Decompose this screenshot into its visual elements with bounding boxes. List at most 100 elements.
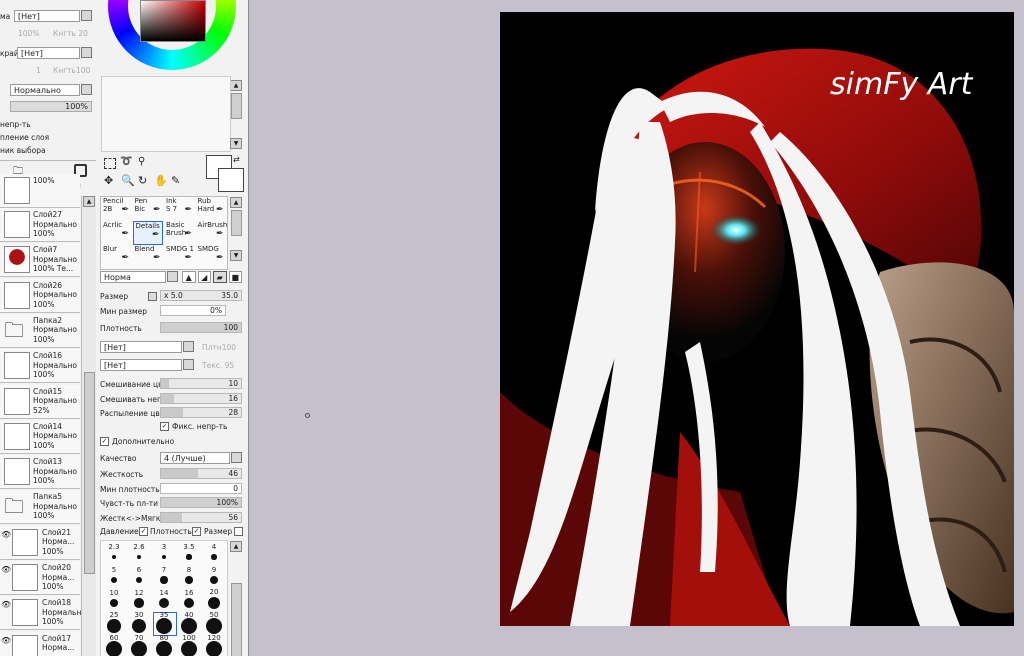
brush-size-dot[interactable] — [134, 598, 144, 608]
magic-wand-icon[interactable]: ⚲ — [138, 156, 145, 167]
brush-size-dot[interactable] — [209, 575, 219, 585]
scroll-thumb[interactable] — [231, 583, 242, 656]
brush-pencil[interactable]: Pencil 2B ✒ — [101, 197, 131, 221]
layer-row[interactable]: 👁 Слой17 Норма... — [0, 631, 80, 656]
brush-details[interactable]: Details ✒ — [132, 221, 163, 245]
brush-size-dot[interactable] — [110, 576, 117, 583]
min-size-slider[interactable]: 0% — [160, 305, 226, 316]
size-toggle[interactable] — [148, 292, 157, 301]
brush-pen[interactable]: Pen Bic ✒ — [133, 197, 163, 221]
brush-size-dot[interactable] — [186, 554, 192, 560]
brush-size-dot[interactable] — [160, 576, 168, 584]
brush-basic[interactable]: Basic Brush ✒ — [164, 221, 194, 245]
scroll-thumb[interactable] — [84, 372, 95, 574]
background-color-swatch[interactable] — [218, 168, 244, 192]
layer-row[interactable]: Слой14 Нормально 100% — [0, 419, 80, 454]
brush-size-dot[interactable] — [207, 596, 221, 610]
layer-row[interactable]: 100% — [0, 174, 80, 208]
brush-smdg-1[interactable]: SMDG 1 ✒ — [164, 245, 194, 269]
scroll-up-icon[interactable]: ▲ — [230, 541, 242, 552]
selection-source-label[interactable]: ник выбора — [0, 146, 46, 155]
color-square[interactable] — [140, 0, 206, 42]
brush-size-dot[interactable] — [181, 641, 197, 656]
layer-row[interactable]: Слой16 Нормально 100% — [0, 349, 80, 384]
chevron-down-icon[interactable] — [231, 452, 242, 463]
brush-size-dot[interactable] — [181, 618, 197, 634]
brush-size-dot[interactable] — [211, 554, 217, 560]
chevron-down-icon[interactable] — [81, 47, 92, 58]
layer-opacity-bar[interactable]: 100% — [10, 101, 92, 112]
density-slider[interactable]: 100 — [160, 322, 242, 333]
swap-colors-icon[interactable]: ⇄ — [233, 155, 240, 164]
brush-size-dot[interactable] — [183, 597, 195, 609]
eye-icon[interactable]: 👁 — [1, 565, 11, 574]
min-density-slider[interactable]: 0 — [160, 483, 242, 494]
brush-size-dot[interactable] — [111, 554, 117, 560]
brush-size-dot[interactable] — [107, 619, 121, 633]
brush-blur[interactable]: Blur ✒ — [101, 245, 131, 269]
brush-size-dot[interactable] — [136, 554, 142, 560]
color-swatches[interactable] — [101, 76, 231, 152]
layer-row[interactable]: 👁 Слой21 Норма... 100% — [0, 525, 80, 560]
texture-dropdown-2[interactable]: [Нет] — [100, 359, 182, 371]
edge-dropdown[interactable]: [Нет] — [17, 47, 80, 59]
layer-row[interactable]: 🗀 Папка2 Нормально 100% — [0, 313, 80, 348]
eye-icon[interactable]: 👁 — [1, 530, 11, 539]
eye-icon[interactable]: 👁 — [1, 636, 11, 645]
brush-size-dot[interactable] — [156, 618, 172, 634]
brush-smdg[interactable]: SMDG ✒ — [196, 245, 226, 269]
brush-size-dot[interactable] — [158, 597, 170, 609]
brush-size-dot[interactable] — [156, 641, 172, 656]
brush-rub[interactable]: Rub Hard ✒ — [196, 197, 226, 221]
protect-opacity-label[interactable]: непр-ть — [0, 120, 31, 129]
hand-icon[interactable]: ✋ — [154, 174, 168, 187]
layer-row[interactable]: Слой15 Нормально 52% — [0, 384, 80, 419]
size-slider[interactable]: x 5.0 35.0 — [160, 290, 242, 301]
brush-size-dot[interactable] — [131, 618, 147, 634]
brush-shape-selector[interactable]: ▲ ◢ ▰ ■ — [182, 271, 242, 283]
chevron-down-icon[interactable] — [81, 84, 92, 95]
lasso-icon[interactable]: ➰ — [120, 156, 132, 167]
rect-select-icon[interactable] — [104, 158, 116, 169]
layer-list-scrollbar[interactable]: ▲ — [81, 196, 96, 656]
brush-size-dot[interactable] — [106, 641, 122, 656]
brush-size-dot[interactable] — [109, 598, 119, 608]
brush-size-dot[interactable] — [131, 641, 147, 656]
hard-soft-slider[interactable]: 56 — [160, 512, 242, 523]
texture-dropdown-1[interactable]: [Нет] — [100, 341, 182, 353]
chevron-down-icon[interactable] — [183, 359, 194, 370]
scroll-thumb[interactable] — [231, 210, 242, 236]
chevron-down-icon[interactable] — [183, 341, 194, 352]
quality-dropdown[interactable]: 4 (Лучше) — [160, 452, 230, 464]
sensitivity-slider[interactable]: 100% — [160, 497, 242, 508]
color-wheel[interactable] — [108, 0, 236, 70]
pressure-density-checkbox[interactable]: ✓ — [139, 527, 148, 536]
layer-row[interactable]: Слой7 Нормально 100% Те... — [0, 243, 80, 278]
chevron-down-icon[interactable] — [167, 271, 178, 282]
brush-size-dot[interactable] — [161, 554, 167, 560]
brush-ink[interactable]: Ink S 7 ✒ — [164, 197, 194, 221]
shape-round-icon[interactable]: ◢ — [197, 271, 211, 283]
zoom-icon[interactable]: 🔍 — [121, 174, 135, 187]
eyedropper-icon[interactable]: ✎ — [171, 174, 180, 187]
shape-square-icon[interactable]: ■ — [228, 271, 242, 283]
scroll-down-icon[interactable]: ▼ — [230, 250, 242, 261]
brush-blend[interactable]: Blend ✒ — [133, 245, 163, 269]
pressure-size-checkbox[interactable]: ✓ — [192, 527, 201, 536]
scroll-thumb[interactable] — [231, 93, 242, 119]
spray-slider[interactable]: 28 — [160, 407, 242, 418]
chevron-down-icon[interactable] — [81, 10, 92, 21]
clip-layer-label[interactable]: пление слоя — [0, 133, 49, 142]
scroll-up-icon[interactable]: ▲ — [230, 80, 242, 91]
brush-size-dot[interactable] — [135, 576, 143, 584]
scroll-up-icon[interactable]: ▲ — [230, 197, 242, 208]
layer-row[interactable]: 👁 Слой18 Нормально 100% — [0, 596, 86, 631]
layer-mode-dropdown[interactable]: Нормально — [10, 84, 80, 96]
artwork-canvas[interactable]: simFy Art — [500, 12, 1014, 626]
mix-color-slider[interactable]: 10 — [160, 378, 242, 389]
brush-acrlic[interactable]: Acrlic ✒ — [101, 221, 131, 245]
fix-opacity-checkbox[interactable]: ✓ — [160, 422, 169, 431]
eye-icon[interactable]: 👁 — [1, 600, 11, 609]
mix-opacity-slider[interactable]: 16 — [160, 393, 242, 404]
layer-row[interactable]: Слой13 Нормально 100% — [0, 455, 80, 490]
